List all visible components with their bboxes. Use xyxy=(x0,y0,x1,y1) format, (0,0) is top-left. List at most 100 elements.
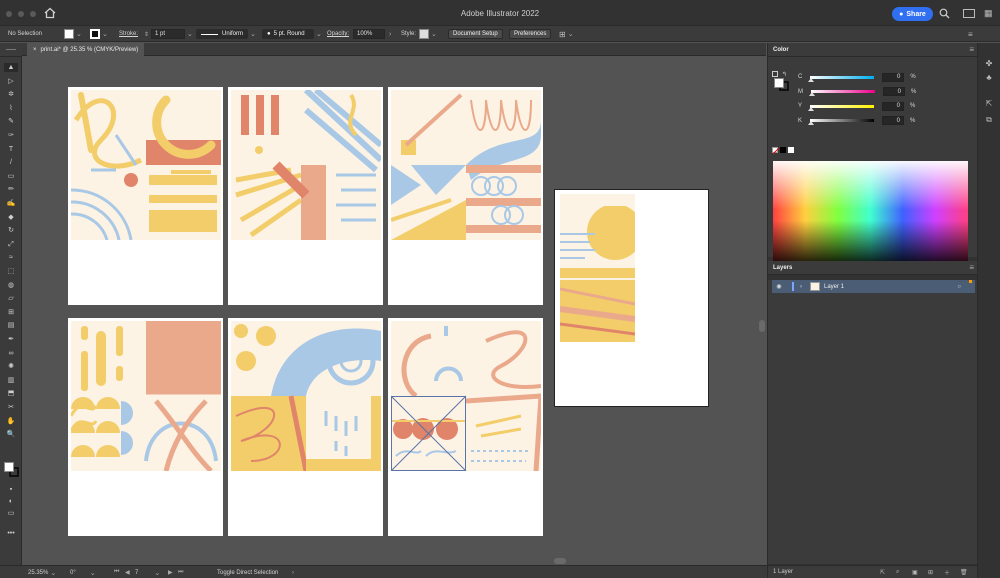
eye-icon[interactable]: ◉ xyxy=(772,283,786,290)
locate-object-icon[interactable]: ⌕ xyxy=(896,569,899,576)
swap-icon[interactable]: ↰ xyxy=(782,71,787,78)
channel-slider[interactable] xyxy=(808,75,875,82)
channel-value-field[interactable]: 0 xyxy=(882,116,905,125)
brush-definition[interactable]: ● 5 pt. Round ⌄ xyxy=(262,29,322,39)
paintbrush-tool-icon[interactable]: ✏ xyxy=(4,185,18,194)
artboard-5[interactable] xyxy=(68,318,223,536)
scale-tool-icon[interactable]: ⤢ xyxy=(4,240,18,249)
layer-row[interactable]: ◉ › Layer 1 ○ xyxy=(772,280,975,293)
graph-tool-icon[interactable]: ▥ xyxy=(4,376,18,385)
shaper-tool-icon[interactable]: ✍ xyxy=(4,199,18,208)
eyedropper-tool-icon[interactable]: ✒ xyxy=(4,335,18,344)
width-tool-icon[interactable]: ≈ xyxy=(4,253,18,262)
shape-builder-tool-icon[interactable]: ◍ xyxy=(4,281,18,290)
free-transform-tool-icon[interactable]: ⬚ xyxy=(4,267,18,276)
opacity-field[interactable]: 100% › xyxy=(353,29,391,39)
previous-artboard-icon[interactable]: ◀ xyxy=(125,568,130,577)
channel-value-field[interactable]: 0 xyxy=(883,87,905,96)
screen-mode-icon[interactable]: ▭ xyxy=(4,509,18,518)
canvas[interactable] xyxy=(22,57,767,565)
panel-menu-icon[interactable]: ≡ xyxy=(969,45,974,54)
direct-selection-tool-icon[interactable]: ▷ xyxy=(4,77,18,86)
artboard-2[interactable] xyxy=(228,87,383,305)
horizontal-scroll-thumb[interactable] xyxy=(554,558,566,564)
export-panel-icon[interactable]: ⇱ xyxy=(983,99,995,109)
color-panel-header[interactable]: Color ≡ xyxy=(768,43,978,57)
stroke-swatch[interactable]: ⌄ xyxy=(90,29,108,39)
channel-value-field[interactable]: 0 xyxy=(882,101,905,111)
variable-width-profile[interactable]: Uniform ⌄ xyxy=(196,29,256,39)
artboard-3[interactable] xyxy=(388,87,543,305)
stroke-weight-field[interactable]: ⇕ 1 pt ⌄ xyxy=(144,29,193,39)
blend-tool-icon[interactable]: ∞ xyxy=(4,349,18,358)
clipping-mask-icon[interactable]: ▣ xyxy=(912,569,918,576)
magic-wand-tool-icon[interactable]: ✲ xyxy=(4,90,18,99)
arrange-documents-icon[interactable] xyxy=(963,9,975,18)
new-layer-icon[interactable]: ＋ xyxy=(944,568,950,577)
channel-slider[interactable] xyxy=(808,119,875,125)
chevron-right-icon[interactable]: › xyxy=(389,31,391,38)
rotate-tool-icon[interactable]: ↻ xyxy=(4,226,18,235)
chevron-right-icon[interactable]: › xyxy=(800,284,802,290)
toolbar-grip[interactable] xyxy=(0,43,22,57)
share-button[interactable]: ● Share xyxy=(892,7,933,21)
document-setup-button[interactable]: Document Setup xyxy=(448,29,503,39)
align-options-icon[interactable]: ⊞ ⌄ xyxy=(559,29,574,39)
lasso-tool-icon[interactable]: ⌇ xyxy=(4,104,18,113)
none-color-swatch[interactable] xyxy=(772,147,779,154)
slider-thumb[interactable] xyxy=(809,92,815,96)
color-spectrum[interactable] xyxy=(773,161,968,269)
symbol-sprayer-tool-icon[interactable]: ✺ xyxy=(4,362,18,371)
channel-value-field[interactable]: 0 xyxy=(882,72,905,82)
slider-thumb[interactable] xyxy=(808,121,815,125)
pen-tool-icon[interactable]: ✎ xyxy=(4,117,18,126)
opacity-value[interactable]: 100% xyxy=(353,29,385,39)
graphic-style-swatch[interactable]: ⌄ xyxy=(419,29,437,39)
artboard-number-field[interactable]: 7 ⌄ xyxy=(135,568,160,577)
first-artboard-icon[interactable]: ⏮ xyxy=(114,568,119,577)
document-tab[interactable]: × print.ai* @ 25.35 % (CMYK/Preview) xyxy=(27,43,145,56)
search-icon[interactable] xyxy=(939,8,950,19)
gradient-tool-icon[interactable]: ▤ xyxy=(4,321,18,330)
fill-swatch[interactable]: ⌄ xyxy=(64,29,82,39)
channel-slider[interactable] xyxy=(809,90,875,96)
symbols-icon[interactable]: ♣ xyxy=(983,73,995,83)
perspective-tool-icon[interactable]: ▱ xyxy=(4,294,18,303)
fill-stroke-widget[interactable]: ↰ xyxy=(772,71,792,93)
canvas-scroll-thumb[interactable] xyxy=(759,320,765,332)
artboard-7[interactable] xyxy=(388,318,543,536)
stroke-weight-value[interactable]: 1 pt xyxy=(151,29,186,39)
rectangle-tool-icon[interactable]: ▭ xyxy=(4,172,18,181)
zoom-tool-icon[interactable]: 🔍 xyxy=(4,430,18,439)
zoom-field[interactable]: 25.35% ⌄ xyxy=(28,568,56,577)
mesh-tool-icon[interactable]: ⊞ xyxy=(4,308,18,317)
panel-menu-icon[interactable]: ≡ xyxy=(968,29,973,39)
target-icon[interactable]: ○ xyxy=(957,284,961,290)
new-sublayer-icon[interactable]: ⊞ xyxy=(928,569,933,576)
black-swatch[interactable] xyxy=(780,147,786,153)
close-tab-icon[interactable]: × xyxy=(33,47,37,53)
panel-menu-icon[interactable]: ≡ xyxy=(969,263,974,272)
slider-thumb[interactable] xyxy=(808,77,815,82)
status-menu-icon[interactable]: › xyxy=(292,568,294,577)
export-icon[interactable]: ⇱ xyxy=(880,569,885,576)
last-artboard-icon[interactable]: ⏭ xyxy=(178,568,183,577)
channel-slider[interactable] xyxy=(808,104,875,111)
stroke-label[interactable]: Stroke: xyxy=(119,29,138,39)
next-artboard-icon[interactable]: ▶ xyxy=(168,568,173,577)
layers-panel-header[interactable]: Layers ≡ xyxy=(768,261,978,275)
selection-tool-icon[interactable]: ▲ xyxy=(4,63,18,72)
line-tool-icon[interactable]: / xyxy=(4,158,18,167)
fill-stroke-indicator[interactable] xyxy=(4,462,20,478)
hand-tool-icon[interactable]: ✋ xyxy=(4,417,18,426)
artboard-4[interactable] xyxy=(554,189,709,407)
stepper-icon[interactable]: ⇕ xyxy=(144,31,149,38)
draw-mode-icon[interactable]: ◐ xyxy=(4,497,18,506)
slice-tool-icon[interactable]: ✂ xyxy=(4,403,18,412)
type-tool-icon[interactable]: T xyxy=(4,145,18,154)
artboards-icon[interactable]: ⧉ xyxy=(983,115,995,125)
eraser-tool-icon[interactable]: ◆ xyxy=(4,213,18,222)
artboard-1[interactable] xyxy=(68,87,223,305)
artboard-tool-icon[interactable]: ⬒ xyxy=(4,389,18,398)
preferences-button[interactable]: Preferences xyxy=(509,29,552,39)
